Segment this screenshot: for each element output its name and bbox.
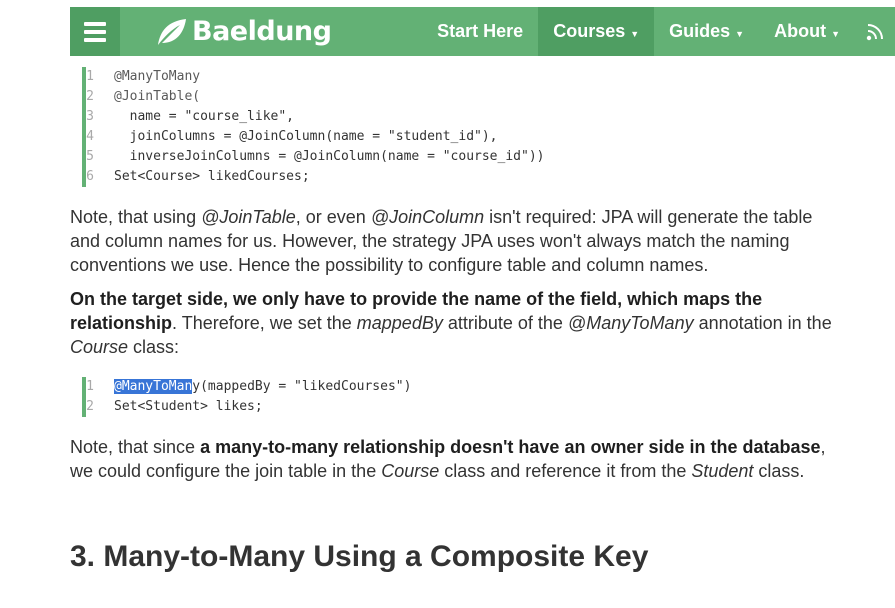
page: Baeldung Start Here Courses ▼ Guides ▼ A…: [0, 0, 895, 608]
code-line: 1 @ManyToMany: [86, 67, 544, 87]
text: class and reference it from the: [439, 461, 692, 481]
code-text: inverseJoinColumns = @JoinColumn(name = …: [114, 149, 545, 164]
nav-start-here[interactable]: Start Here: [422, 7, 538, 56]
line-number: 2: [86, 399, 94, 414]
nav-guides-label: Guides: [669, 21, 731, 41]
text: Note, that using: [70, 207, 202, 227]
code-ref: Course: [381, 461, 440, 481]
leaf-logo-icon: [158, 18, 186, 45]
code-text: name = "course_like",: [114, 109, 295, 124]
code-text: @ManyToMany: [114, 69, 201, 84]
menu-icon[interactable]: [70, 7, 120, 56]
text: class:: [128, 337, 180, 357]
nav-courses[interactable]: Courses ▼: [538, 7, 655, 56]
nav-start-here-label: Start Here: [437, 21, 524, 41]
text: Note, that since: [70, 437, 201, 457]
text: attribute of the: [442, 313, 568, 333]
bold-text: a many-to-many relationship doesn't have…: [200, 437, 821, 457]
logo-text: Baeldung: [192, 16, 332, 47]
navbar: Baeldung Start Here Courses ▼ Guides ▼ A…: [70, 7, 895, 56]
code-block-1: 1 @ManyToMany 2 @JoinTable( 3 name = "co…: [82, 67, 544, 187]
paragraph-target-side: On the target side, we only have to prov…: [70, 287, 840, 359]
code-text: Set<Course> likedCourses;: [114, 169, 310, 184]
code-ref: Student: [691, 461, 754, 481]
line-number: 1: [86, 69, 94, 84]
code-ref: mappedBy: [356, 313, 443, 333]
line-number: 2: [86, 89, 94, 104]
code-text: joinColumns = @JoinColumn(name = "studen…: [114, 129, 498, 144]
nav-guides[interactable]: Guides ▼: [654, 7, 759, 56]
chevron-down-icon: ▼: [630, 29, 640, 39]
code-line: 2 Set<Student> likes;: [86, 397, 411, 417]
code-line: 4 joinColumns = @JoinColumn(name = "stud…: [86, 127, 544, 147]
text: , or even: [295, 207, 371, 227]
code-text: Set<Student> likes;: [114, 399, 263, 414]
line-number: 6: [86, 169, 94, 184]
chevron-down-icon: ▼: [735, 29, 745, 39]
nav-about[interactable]: About ▼: [759, 7, 855, 56]
text: class.: [753, 461, 805, 481]
line-number: 1: [86, 379, 94, 394]
code-ref: Course: [70, 337, 129, 357]
section-heading: 3. Many-to-Many Using a Composite Key: [70, 540, 649, 573]
top-strip: [0, 0, 895, 7]
line-number: 4: [86, 129, 94, 144]
code-text: @JoinTable(: [114, 89, 201, 104]
code-ref: @ManyToMany: [567, 313, 694, 333]
code-ref: @JoinColumn: [370, 207, 485, 227]
nav-courses-label: Courses: [553, 21, 626, 41]
nav-about-label: About: [774, 21, 827, 41]
code-rest: y(mappedBy = "likedCourses"): [192, 379, 412, 394]
rss-icon[interactable]: [855, 7, 895, 56]
code-line: 2 @JoinTable(: [86, 87, 544, 107]
code-line: 1 @ManyToMany(mappedBy = "likedCourses"): [86, 377, 411, 397]
code-line: 6 Set<Course> likedCourses;: [86, 167, 544, 187]
selected-text[interactable]: @ManyToMan: [114, 379, 193, 394]
code-line: 3 name = "course_like",: [86, 107, 544, 127]
code-block-2: 1 @ManyToMany(mappedBy = "likedCourses")…: [82, 377, 411, 417]
paragraph-owner-side: Note, that since a many-to-many relation…: [70, 435, 840, 483]
paragraph-join-table-note: Note, that using @JoinTable, or even @Jo…: [70, 205, 840, 277]
code-ref: @JoinTable: [201, 207, 296, 227]
line-number: 3: [86, 109, 94, 124]
code-text[interactable]: @ManyToMany(mappedBy = "likedCourses"): [106, 377, 411, 397]
text: . Therefore, we set the: [172, 313, 357, 333]
site-logo[interactable]: Baeldung: [154, 16, 332, 47]
chevron-down-icon: ▼: [831, 29, 840, 39]
code-line: 5 inverseJoinColumns = @JoinColumn(name …: [86, 147, 544, 167]
nav-menu: Start Here Courses ▼ Guides ▼ About ▼: [422, 7, 895, 56]
line-number: 5: [86, 149, 94, 164]
text: annotation in the: [693, 313, 832, 333]
